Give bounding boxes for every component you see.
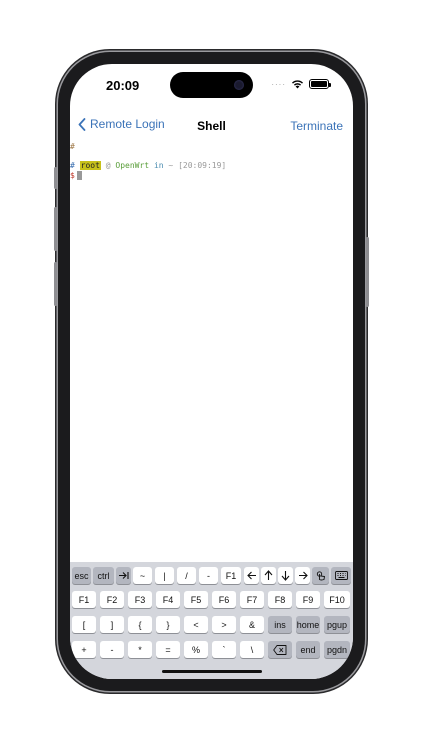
left-arrow-icon — [246, 571, 256, 580]
signal-dots: ···· — [271, 79, 286, 89]
key-dash[interactable]: - — [199, 567, 218, 584]
volume-down-button — [54, 262, 57, 306]
prompt-time: [20:09:19] — [178, 161, 227, 170]
key-f2[interactable]: F2 — [100, 591, 124, 608]
key-greater-than[interactable]: > — [212, 616, 236, 633]
chevron-left-icon — [78, 117, 86, 131]
extra-keys-keyboard: esc ctrl ~ | / - F1 F1 F2 F3 F4 F5 F6 F7… — [70, 562, 353, 679]
back-button[interactable]: Remote Login — [78, 117, 165, 131]
key-f7[interactable]: F7 — [240, 591, 264, 608]
dynamic-island — [170, 72, 253, 98]
battery-icon — [309, 79, 331, 89]
key-percent[interactable]: % — [184, 641, 208, 658]
volume-up-button — [54, 207, 57, 251]
wifi-icon — [292, 80, 303, 89]
key-ctrl[interactable]: ctrl — [93, 567, 114, 584]
key-end[interactable]: end — [296, 641, 320, 658]
key-left-brace[interactable]: { — [128, 616, 152, 633]
key-f4[interactable]: F4 — [156, 591, 180, 608]
screen: 20:09 ···· Remote Login Shell Terminate … — [70, 64, 353, 679]
navigation-bar: Remote Login Shell Terminate — [70, 114, 353, 138]
prompt-at: @ — [105, 161, 111, 170]
key-tilde[interactable]: ~ — [133, 567, 152, 584]
key-f6[interactable]: F6 — [212, 591, 236, 608]
key-ins[interactable]: ins — [268, 616, 292, 633]
delete-icon — [273, 644, 287, 655]
key-up[interactable] — [261, 567, 276, 584]
key-tab[interactable] — [116, 567, 131, 584]
key-backslash[interactable]: \ — [240, 641, 264, 658]
phone-frame: 20:09 ···· Remote Login Shell Terminate … — [54, 52, 369, 691]
key-left[interactable] — [244, 567, 259, 584]
key-down[interactable] — [278, 567, 293, 584]
terminal-input-line: $ — [70, 171, 82, 181]
key-f1[interactable]: F1 — [72, 591, 96, 608]
key-ampersand[interactable]: & — [240, 616, 264, 633]
key-home[interactable]: home — [296, 616, 320, 633]
key-asterisk[interactable]: * — [128, 641, 152, 658]
key-right-brace[interactable]: } — [156, 616, 180, 633]
key-pipe[interactable]: | — [155, 567, 174, 584]
key-right-bracket[interactable]: ] — [100, 616, 124, 633]
key-f5[interactable]: F5 — [184, 591, 208, 608]
key-backtick[interactable]: ` — [212, 641, 236, 658]
key-f3[interactable]: F3 — [128, 591, 152, 608]
prompt-host: OpenWrt — [115, 161, 150, 170]
prompt-dollar: $ — [70, 171, 75, 180]
prompt-user: root — [79, 161, 101, 170]
key-f9[interactable]: F9 — [296, 591, 320, 608]
mute-switch — [54, 167, 57, 189]
power-button — [366, 237, 369, 307]
home-indicator — [162, 670, 262, 673]
prompt-path: ~ — [168, 161, 174, 170]
prompt-hash: # — [70, 161, 75, 170]
key-pgdn[interactable]: pgdn — [324, 641, 350, 658]
key-slash[interactable]: / — [177, 567, 196, 584]
key-f10[interactable]: F10 — [324, 591, 350, 608]
key-right[interactable] — [295, 567, 310, 584]
key-hide-keyboard[interactable] — [331, 567, 351, 584]
touch-icon — [316, 571, 326, 581]
terminal-line-1: # — [70, 142, 75, 151]
key-f1-top[interactable]: F1 — [221, 567, 241, 584]
key-left-bracket[interactable]: [ — [72, 616, 96, 633]
terminal-output[interactable]: # # root @ OpenWrt in ~ [20:09:19] $ — [70, 140, 353, 570]
camera-icon — [234, 80, 244, 90]
status-time: 20:09 — [106, 78, 140, 93]
key-touch[interactable] — [312, 567, 329, 584]
terminal-cursor — [76, 171, 82, 180]
up-arrow-icon — [264, 570, 273, 580]
terminate-button[interactable]: Terminate — [290, 119, 343, 133]
key-delete[interactable] — [268, 641, 292, 658]
right-arrow-icon — [298, 571, 308, 580]
keyboard-icon — [334, 571, 348, 580]
terminal-prompt-line: # root @ OpenWrt in ~ [20:09:19] — [70, 161, 226, 171]
key-f8[interactable]: F8 — [268, 591, 292, 608]
tab-icon — [119, 572, 129, 579]
key-less-than[interactable]: < — [184, 616, 208, 633]
back-button-label: Remote Login — [90, 117, 165, 131]
key-plus[interactable]: + — [72, 641, 96, 658]
key-equals[interactable]: = — [156, 641, 180, 658]
down-arrow-icon — [281, 571, 290, 581]
prompt-in: in — [153, 161, 164, 170]
key-pgup[interactable]: pgup — [324, 616, 350, 633]
status-indicators: ···· — [271, 79, 331, 89]
key-esc[interactable]: esc — [72, 567, 91, 584]
key-minus[interactable]: - — [100, 641, 124, 658]
